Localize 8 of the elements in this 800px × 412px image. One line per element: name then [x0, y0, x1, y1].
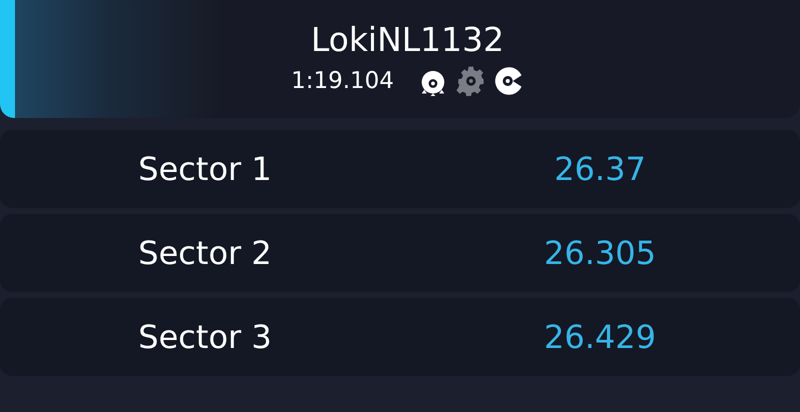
- sector-time: 26.37: [553, 150, 647, 188]
- sector-time: 26.429: [543, 318, 657, 356]
- sector-label: Sector 1: [137, 150, 273, 188]
- sector-label: Sector 2: [137, 234, 273, 272]
- driver-name: LokiNL1132: [310, 22, 504, 56]
- sector-label: Sector 3: [137, 318, 273, 356]
- lap-time: 1:19.104: [291, 68, 394, 94]
- sector-time: 26.305: [543, 234, 657, 272]
